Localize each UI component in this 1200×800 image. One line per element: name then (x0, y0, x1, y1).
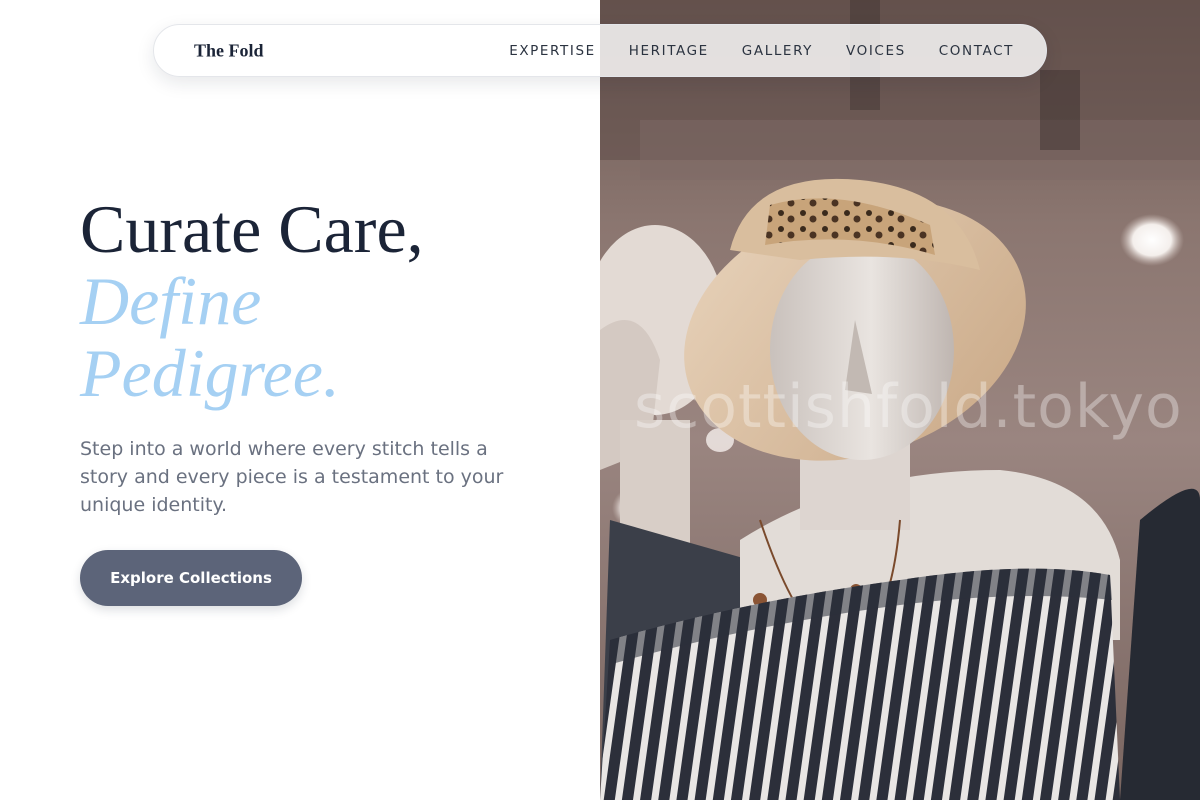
photo-watermark: scottishfold.tokyo (634, 372, 1183, 442)
nav-link-voices[interactable]: VOICES (846, 43, 906, 59)
hero-photo: scottishfold.tokyo (600, 0, 1200, 800)
headline-line-3: Pedigree. (80, 335, 340, 411)
nav-link-contact[interactable]: CONTACT (939, 43, 1014, 59)
explore-collections-button[interactable]: Explore Collections (80, 550, 302, 606)
nav-link-expertise[interactable]: EXPERTISE (509, 43, 596, 59)
headline-line-1: Curate Care, (80, 191, 424, 267)
hero-headline: Curate Care, Define Pedigree. (80, 193, 550, 409)
nav-link-heritage[interactable]: HERITAGE (629, 43, 709, 59)
hero-subtext: Step into a world where every stitch tel… (80, 438, 504, 516)
hero-copy: Curate Care, Define Pedigree. Step into … (80, 193, 550, 519)
headline-line-2: Define (80, 263, 262, 339)
nav-link-gallery[interactable]: GALLERY (742, 43, 813, 59)
top-navigation: The Fold EXPERTISE HERITAGE GALLERY VOIC… (153, 24, 1047, 77)
nav-links: EXPERTISE HERITAGE GALLERY VOICES CONTAC… (509, 43, 1014, 59)
brand-logo[interactable]: The Fold (194, 40, 264, 61)
page: scottishfold.tokyo The Fold EXPERTISE HE… (0, 0, 1200, 800)
